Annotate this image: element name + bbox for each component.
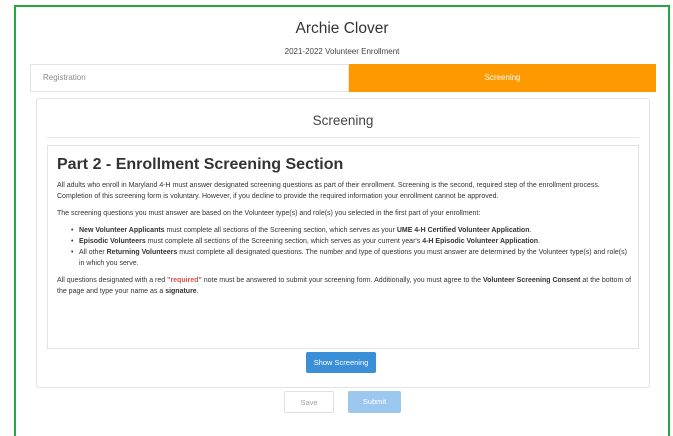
- screening-panel: Screening Part 2 - Enrollment Screening …: [36, 98, 650, 388]
- list-item: All other Returning Volunteers must comp…: [71, 247, 633, 269]
- list-text: must complete all sections of the Screen…: [145, 238, 423, 245]
- bold-text: UME 4-H Certified Volunteer Application: [396, 227, 530, 234]
- required-label: "required": [167, 277, 202, 284]
- page-title: Archie Clover: [295, 20, 389, 37]
- bold-text: New Volunteer Applicants: [79, 227, 165, 234]
- step-screening[interactable]: Screening: [349, 64, 656, 92]
- paragraph-text: note must be answered to submit your scr…: [201, 277, 483, 284]
- screening-info-card: Part 2 - Enrollment Screening Section Al…: [47, 145, 639, 349]
- page-subtitle: 2021-2022 Volunteer Enrollment: [284, 47, 400, 56]
- bold-text: Volunteer Screening Consent: [482, 277, 581, 284]
- show-screening-button[interactable]: Show Screening: [306, 352, 376, 373]
- paragraph-text: All questions designated with a red: [57, 277, 168, 284]
- volunteer-type-list: New Volunteer Applicants must complete a…: [71, 225, 633, 269]
- submit-button[interactable]: Submit: [348, 391, 401, 413]
- panel-divider: [47, 137, 639, 138]
- list-text: All other: [79, 249, 107, 256]
- basis-paragraph: The screening questions you must answer …: [57, 210, 481, 217]
- list-text: must complete all sections of the Screen…: [164, 227, 397, 234]
- panel-title: Screening: [312, 113, 374, 128]
- list-item: New Volunteer Applicants must complete a…: [71, 225, 633, 236]
- consent-paragraph: All questions designated with a red "req…: [57, 275, 633, 297]
- section-heading: Part 2 - Enrollment Screening Section: [57, 156, 344, 173]
- paragraph-text: .: [196, 288, 199, 295]
- list-text: .: [538, 238, 541, 245]
- bold-text: 4-H Episodic Volunteer Application: [422, 238, 539, 245]
- save-button[interactable]: Save: [284, 391, 334, 413]
- bold-text: Returning Volunteers: [106, 249, 178, 256]
- enrollment-steps: Registration Screening: [30, 64, 656, 92]
- bold-text: signature: [165, 288, 197, 295]
- list-item: Episodic Volunteers must complete all se…: [71, 236, 633, 247]
- section-text: All adults who enroll in Maryland 4-H mu…: [57, 180, 633, 303]
- step-registration[interactable]: Registration: [30, 64, 349, 92]
- bold-text: Episodic Volunteers: [79, 238, 146, 245]
- list-text: .: [529, 227, 532, 234]
- intro-paragraph: All adults who enroll in Maryland 4-H mu…: [57, 182, 600, 200]
